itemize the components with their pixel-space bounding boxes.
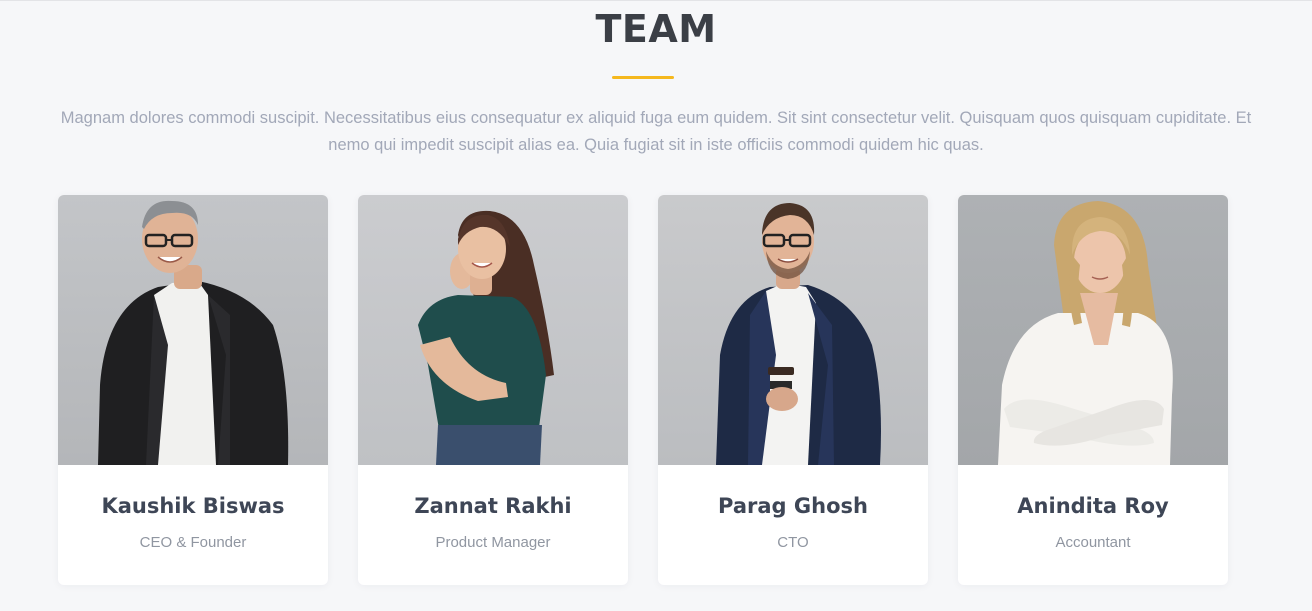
- team-member-card: Anindita Roy Accountant: [958, 195, 1228, 585]
- member-photo: [658, 195, 928, 465]
- member-photo: [58, 195, 328, 465]
- member-name: Anindita Roy: [1017, 494, 1169, 518]
- title-underline: [612, 76, 674, 79]
- team-member-card: Zannat Rakhi Product Manager: [358, 195, 628, 585]
- member-name: Zannat Rakhi: [414, 494, 572, 518]
- member-role: CEO & Founder: [139, 534, 247, 551]
- section-intro: Magnam dolores commodi suscipit. Necessi…: [60, 109, 1252, 154]
- section-title: TEAM: [595, 7, 717, 51]
- member-role: Accountant: [1055, 534, 1131, 551]
- member-role: CTO: [777, 534, 809, 551]
- member-photo: [958, 195, 1228, 465]
- team-member-card: Parag Ghosh CTO: [658, 195, 928, 585]
- member-photo: [358, 195, 628, 465]
- member-name: Parag Ghosh: [718, 494, 868, 518]
- member-role: Product Manager: [435, 534, 551, 551]
- member-name: Kaushik Biswas: [101, 494, 285, 518]
- team-member-card: Kaushik Biswas CEO & Founder: [58, 195, 328, 585]
